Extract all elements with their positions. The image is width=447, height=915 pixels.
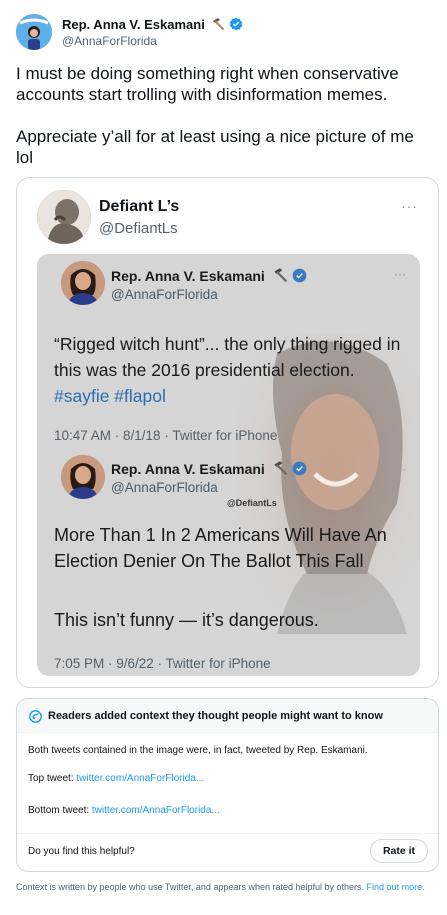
meme-tweet1-timestamp: 10:47 AM · 8/1/18 · Twitter for iPhone <box>54 428 278 443</box>
woman-portrait-icon <box>61 261 105 305</box>
meme-tweet2-avatar <box>61 455 105 499</box>
meme-tweet2-comment: This isn’t funny — it’s dangerous. <box>54 610 319 630</box>
meme-tweet1-more-icon: ··· <box>394 267 406 281</box>
meme-tweet1-avatar <box>61 261 105 305</box>
author-handle[interactable]: @AnnaForFlorida <box>62 34 157 48</box>
community-note-footer: Context is written by people who use Twi… <box>16 881 441 893</box>
community-notes-icon <box>29 710 42 723</box>
community-note-body: Both tweets contained in the image were,… <box>28 745 368 756</box>
divider <box>17 833 438 834</box>
author-avatar[interactable] <box>16 14 52 50</box>
footer-text: Context is written by people who use Twi… <box>16 882 367 892</box>
meme-tweet2-name: Rep. Anna V. Eskamani <box>111 461 265 477</box>
meme-tweet1-hashtags: #sayfie #flapol <box>54 386 166 406</box>
woman-portrait-icon <box>61 455 105 499</box>
top-tweet-link[interactable]: twitter.com/AnnaForFlorida... <box>76 773 204 784</box>
quote-author-avatar[interactable] <box>37 190 91 244</box>
quote-tweet-card[interactable]: Defiant L’s @DefiantLs ··· Rep. Anna V. … <box>16 177 439 688</box>
verified-badge-icon <box>292 268 307 282</box>
tweet-author: Rep. Anna V. Eskamani @AnnaForFlorida <box>16 14 431 54</box>
meme-tweet2-timestamp: 7:05 PM · 9/6/22 · Twitter for iPhone <box>54 656 271 671</box>
community-note-header: Readers added context they thought peopl… <box>17 699 438 733</box>
meme-tweet1-name-row: Rep. Anna V. Eskamani <box>111 267 307 284</box>
statue-avatar-icon <box>37 190 91 244</box>
meme-tweet1-text: “Rigged witch hunt”... the only thing ri… <box>54 331 409 409</box>
community-note-title: Readers added context they thought peopl… <box>48 710 383 722</box>
quote-author-name[interactable]: Defiant L’s <box>99 198 179 216</box>
quote-author-handle[interactable]: @DefiantLs <box>99 220 178 237</box>
community-note: Readers added context they thought peopl… <box>16 698 439 872</box>
hammer-icon <box>273 461 287 475</box>
more-options-icon[interactable]: ··· <box>401 198 418 214</box>
bottom-tweet-link[interactable]: twitter.com/AnnaForFlorida... <box>92 805 220 816</box>
author-name[interactable]: Rep. Anna V. Eskamani <box>62 17 205 32</box>
hammer-icon <box>213 18 225 30</box>
meme-tweet2-more-icon: ··· <box>394 462 406 476</box>
rate-it-button[interactable]: Rate it <box>370 839 428 863</box>
community-note-top-tweet: Top tweet: twitter.com/AnnaForFlorida... <box>28 773 204 784</box>
hammer-icon <box>273 268 287 282</box>
verified-badge-icon <box>292 461 307 475</box>
watermark: @DefiantLs <box>227 498 277 508</box>
meme-image[interactable]: Rep. Anna V. Eskamani @AnnaForFlorida ··… <box>37 254 420 676</box>
community-note-bottom-tweet: Bottom tweet: twitter.com/AnnaForFlorida… <box>28 805 220 816</box>
meme-tweet2-name-row: Rep. Anna V. Eskamani <box>111 460 307 477</box>
helpful-question: Do you find this helpful? <box>28 846 135 857</box>
top-tweet-label: Top tweet: <box>28 773 77 784</box>
find-out-more-link[interactable]: Find out more. <box>367 882 425 892</box>
meme-tweet2-handle: @AnnaForFlorida <box>111 480 218 495</box>
meme-tweet1-name: Rep. Anna V. Eskamani <box>111 268 265 284</box>
bottom-tweet-label: Bottom tweet: <box>28 805 92 816</box>
meme-tweet2-headline: More Than 1 In 2 Americans Will Have An … <box>54 525 387 571</box>
meme-tweet1-handle: @AnnaForFlorida <box>111 287 218 302</box>
tweet-text: I must be doing something right when con… <box>16 64 414 167</box>
author-name-row[interactable]: Rep. Anna V. Eskamani <box>62 17 243 32</box>
meme-tweet1-body: “Rigged witch hunt”... the only thing ri… <box>54 334 401 380</box>
verified-badge-icon <box>230 17 243 31</box>
avatar-illustration-icon <box>16 14 52 50</box>
